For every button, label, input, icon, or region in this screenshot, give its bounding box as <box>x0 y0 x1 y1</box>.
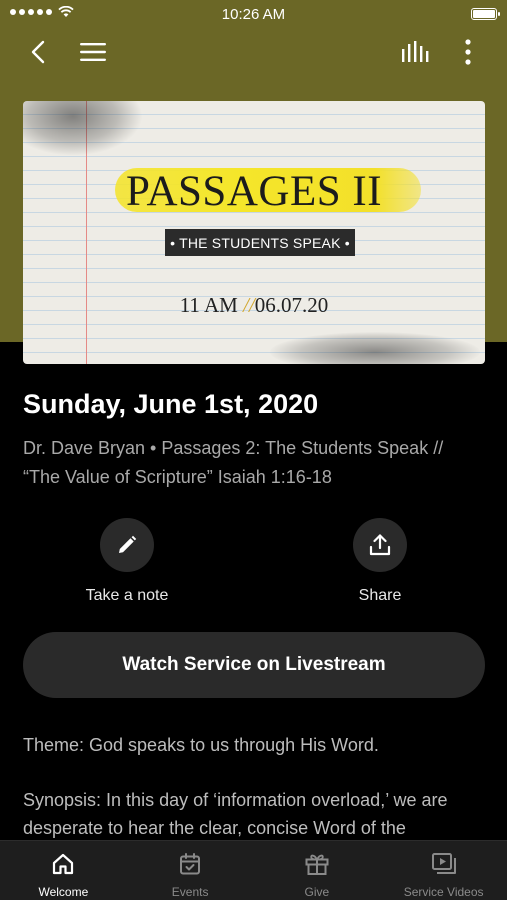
take-note-circle[interactable] <box>100 518 154 572</box>
status-bar: 10:26 AM <box>0 0 507 28</box>
take-note-label: Take a note <box>85 587 169 604</box>
back-icon <box>31 40 45 64</box>
share-icon <box>369 534 391 556</box>
artwork-time: 11 AM <box>179 293 238 317</box>
tab-service-videos-label: Service Videos <box>403 885 484 899</box>
back-button[interactable] <box>22 36 54 68</box>
home-icon <box>49 850 77 878</box>
nav-bar <box>0 28 507 76</box>
share-button[interactable]: Share <box>310 518 450 605</box>
tab-welcome-label: Welcome <box>38 885 89 899</box>
status-time: 10:26 AM <box>221 6 286 23</box>
audio-button[interactable] <box>399 36 431 68</box>
artwork-datetime: 11 AM //06.07.20 <box>23 293 485 318</box>
gift-icon <box>303 850 331 878</box>
tab-events-label: Events <box>171 885 209 899</box>
share-label: Share <box>358 587 402 604</box>
menu-button[interactable] <box>77 36 109 68</box>
more-options-button[interactable] <box>452 36 484 68</box>
sermon-synopsis: Synopsis: In this day of ‘information ov… <box>23 790 448 838</box>
artwork-date: 06.07.20 <box>254 293 329 317</box>
watch-livestream-button[interactable]: Watch Service on Livestream <box>23 632 485 698</box>
battery-icon <box>471 8 500 20</box>
tab-give-label: Give <box>304 885 330 899</box>
share-circle[interactable] <box>353 518 407 572</box>
artwork-subtitle: • THE STUDENTS SPEAK • <box>165 229 355 256</box>
audio-bars-icon <box>402 41 429 62</box>
sermon-theme: Theme: God speaks to us through His Word… <box>23 735 379 755</box>
artwork-title: PASSAGES II <box>125 168 383 215</box>
tab-service-videos[interactable]: Service Videos <box>380 841 507 900</box>
pencil-icon <box>119 535 137 553</box>
sermon-date-heading: Sunday, June 1st, 2020 <box>23 389 319 419</box>
menu-icon <box>80 43 106 61</box>
take-note-button[interactable]: Take a note <box>57 518 197 605</box>
artwork-separator: // <box>243 293 255 317</box>
more-vertical-icon <box>465 39 471 65</box>
sermon-description: Dr. Dave Bryan • Passages 2: The Student… <box>23 438 444 487</box>
tab-give[interactable]: Give <box>254 841 381 900</box>
calendar-icon <box>176 850 204 878</box>
video-library-icon <box>430 850 458 878</box>
tab-welcome[interactable]: Welcome <box>0 841 127 900</box>
sermon-artwork: PASSAGES II • THE STUDENTS SPEAK • 11 AM… <box>23 101 485 364</box>
grunge-texture <box>23 101 143 156</box>
grunge-texture <box>270 332 480 364</box>
tab-events[interactable]: Events <box>127 841 254 900</box>
tab-bar: Welcome Events Give Service Videos <box>0 840 507 900</box>
